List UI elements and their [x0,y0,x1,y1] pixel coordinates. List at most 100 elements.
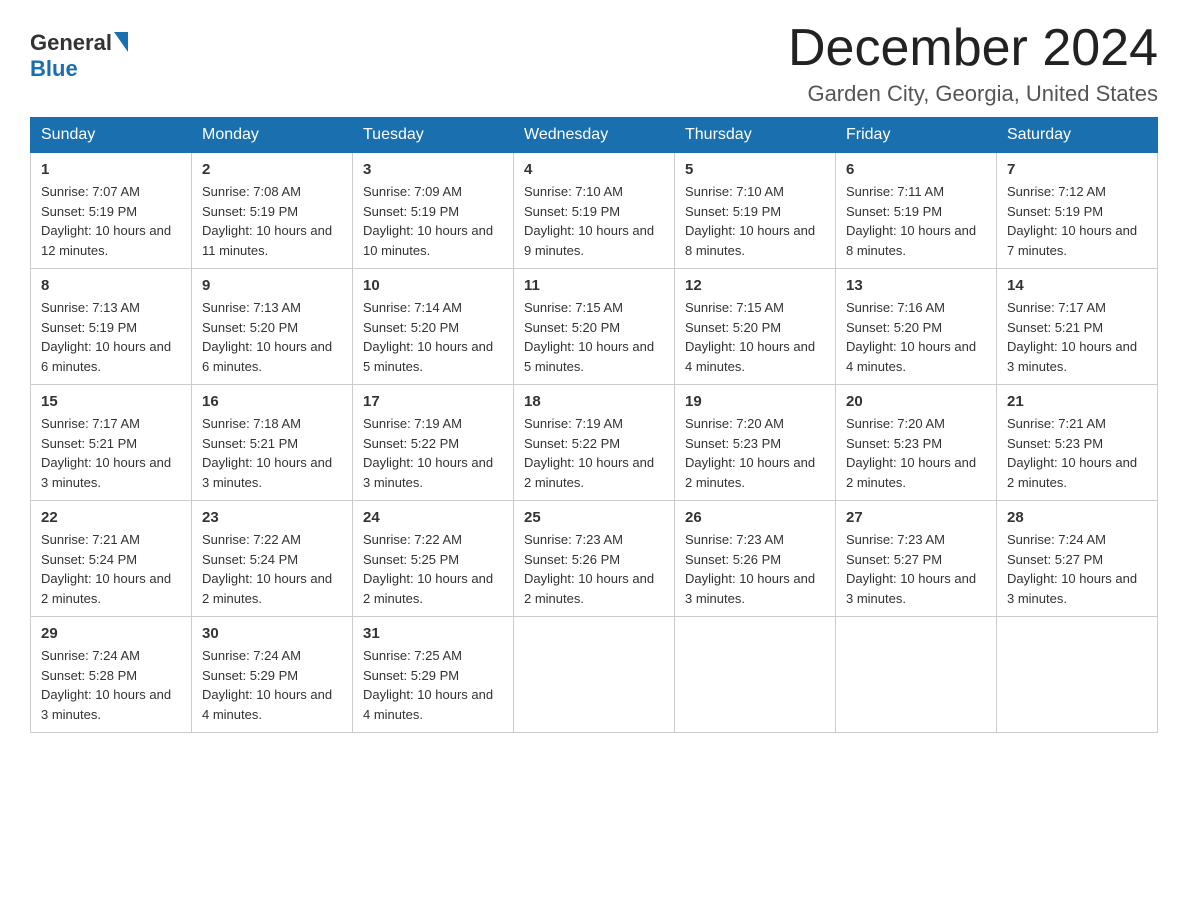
calendar-cell: 1 Sunrise: 7:07 AM Sunset: 5:19 PM Dayli… [31,153,192,269]
day-number: 14 [1007,277,1147,294]
day-info: Sunrise: 7:07 AM Sunset: 5:19 PM Dayligh… [41,182,181,260]
day-info: Sunrise: 7:13 AM Sunset: 5:20 PM Dayligh… [202,298,342,376]
day-info: Sunrise: 7:19 AM Sunset: 5:22 PM Dayligh… [363,414,503,492]
daylight-label: Daylight: 10 hours and 3 minutes. [202,455,332,490]
day-info: Sunrise: 7:24 AM Sunset: 5:29 PM Dayligh… [202,646,342,724]
calendar-header-sunday: Sunday [31,118,192,153]
calendar-cell: 29 Sunrise: 7:24 AM Sunset: 5:28 PM Dayl… [31,617,192,733]
sunset-label: Sunset: 5:23 PM [1007,436,1103,451]
sunset-label: Sunset: 5:23 PM [685,436,781,451]
calendar-cell: 2 Sunrise: 7:08 AM Sunset: 5:19 PM Dayli… [192,153,353,269]
calendar-cell: 12 Sunrise: 7:15 AM Sunset: 5:20 PM Dayl… [675,269,836,385]
sunset-label: Sunset: 5:28 PM [41,668,137,683]
calendar-cell [836,617,997,733]
day-info: Sunrise: 7:23 AM Sunset: 5:26 PM Dayligh… [685,530,825,608]
daylight-label: Daylight: 10 hours and 4 minutes. [846,339,976,374]
calendar-cell: 3 Sunrise: 7:09 AM Sunset: 5:19 PM Dayli… [353,153,514,269]
day-info: Sunrise: 7:15 AM Sunset: 5:20 PM Dayligh… [524,298,664,376]
daylight-label: Daylight: 10 hours and 4 minutes. [363,687,493,722]
day-info: Sunrise: 7:22 AM Sunset: 5:25 PM Dayligh… [363,530,503,608]
daylight-label: Daylight: 10 hours and 2 minutes. [202,571,332,606]
calendar-week-row: 15 Sunrise: 7:17 AM Sunset: 5:21 PM Dayl… [31,385,1158,501]
day-number: 26 [685,509,825,526]
sunset-label: Sunset: 5:29 PM [363,668,459,683]
calendar-cell: 28 Sunrise: 7:24 AM Sunset: 5:27 PM Dayl… [997,501,1158,617]
calendar-cell: 5 Sunrise: 7:10 AM Sunset: 5:19 PM Dayli… [675,153,836,269]
daylight-label: Daylight: 10 hours and 2 minutes. [685,455,815,490]
calendar-cell: 25 Sunrise: 7:23 AM Sunset: 5:26 PM Dayl… [514,501,675,617]
calendar-header-thursday: Thursday [675,118,836,153]
calendar-cell: 19 Sunrise: 7:20 AM Sunset: 5:23 PM Dayl… [675,385,836,501]
day-info: Sunrise: 7:21 AM Sunset: 5:24 PM Dayligh… [41,530,181,608]
logo-general-text: General [30,30,112,56]
calendar-cell: 7 Sunrise: 7:12 AM Sunset: 5:19 PM Dayli… [997,153,1158,269]
calendar-cell: 20 Sunrise: 7:20 AM Sunset: 5:23 PM Dayl… [836,385,997,501]
sunset-label: Sunset: 5:19 PM [1007,204,1103,219]
sunset-label: Sunset: 5:27 PM [846,552,942,567]
sunrise-label: Sunrise: 7:07 AM [41,184,140,199]
calendar-week-row: 29 Sunrise: 7:24 AM Sunset: 5:28 PM Dayl… [31,617,1158,733]
sunrise-label: Sunrise: 7:08 AM [202,184,301,199]
sunrise-label: Sunrise: 7:20 AM [685,416,784,431]
calendar-header-monday: Monday [192,118,353,153]
day-info: Sunrise: 7:08 AM Sunset: 5:19 PM Dayligh… [202,182,342,260]
daylight-label: Daylight: 10 hours and 9 minutes. [524,223,654,258]
sunrise-label: Sunrise: 7:19 AM [524,416,623,431]
sunrise-label: Sunrise: 7:16 AM [846,300,945,315]
sunrise-label: Sunrise: 7:23 AM [524,532,623,547]
location-title: Garden City, Georgia, United States [788,81,1158,107]
page-header: General Blue December 2024 Garden City, … [30,20,1158,107]
sunrise-label: Sunrise: 7:10 AM [524,184,623,199]
day-number: 5 [685,161,825,178]
sunset-label: Sunset: 5:19 PM [846,204,942,219]
daylight-label: Daylight: 10 hours and 7 minutes. [1007,223,1137,258]
sunset-label: Sunset: 5:20 PM [524,320,620,335]
sunset-label: Sunset: 5:25 PM [363,552,459,567]
day-number: 2 [202,161,342,178]
sunset-label: Sunset: 5:20 PM [202,320,298,335]
sunrise-label: Sunrise: 7:25 AM [363,648,462,663]
calendar-cell: 16 Sunrise: 7:18 AM Sunset: 5:21 PM Dayl… [192,385,353,501]
daylight-label: Daylight: 10 hours and 8 minutes. [685,223,815,258]
sunset-label: Sunset: 5:19 PM [363,204,459,219]
day-number: 29 [41,625,181,642]
daylight-label: Daylight: 10 hours and 3 minutes. [363,455,493,490]
day-info: Sunrise: 7:21 AM Sunset: 5:23 PM Dayligh… [1007,414,1147,492]
sunset-label: Sunset: 5:21 PM [1007,320,1103,335]
calendar-cell: 13 Sunrise: 7:16 AM Sunset: 5:20 PM Dayl… [836,269,997,385]
logo-blue-text: Blue [30,56,78,81]
calendar-cell: 11 Sunrise: 7:15 AM Sunset: 5:20 PM Dayl… [514,269,675,385]
calendar-cell: 22 Sunrise: 7:21 AM Sunset: 5:24 PM Dayl… [31,501,192,617]
sunrise-label: Sunrise: 7:17 AM [1007,300,1106,315]
sunset-label: Sunset: 5:20 PM [846,320,942,335]
day-number: 16 [202,393,342,410]
logo-triangle-icon [114,32,128,52]
logo: General Blue [30,30,128,82]
calendar-cell: 6 Sunrise: 7:11 AM Sunset: 5:19 PM Dayli… [836,153,997,269]
day-info: Sunrise: 7:24 AM Sunset: 5:28 PM Dayligh… [41,646,181,724]
sunset-label: Sunset: 5:19 PM [41,320,137,335]
day-number: 20 [846,393,986,410]
daylight-label: Daylight: 10 hours and 2 minutes. [524,455,654,490]
day-info: Sunrise: 7:12 AM Sunset: 5:19 PM Dayligh… [1007,182,1147,260]
title-block: December 2024 Garden City, Georgia, Unit… [788,20,1158,107]
sunrise-label: Sunrise: 7:10 AM [685,184,784,199]
daylight-label: Daylight: 10 hours and 5 minutes. [524,339,654,374]
day-number: 23 [202,509,342,526]
day-info: Sunrise: 7:23 AM Sunset: 5:27 PM Dayligh… [846,530,986,608]
day-number: 31 [363,625,503,642]
day-info: Sunrise: 7:20 AM Sunset: 5:23 PM Dayligh… [685,414,825,492]
sunset-label: Sunset: 5:20 PM [363,320,459,335]
calendar-cell: 4 Sunrise: 7:10 AM Sunset: 5:19 PM Dayli… [514,153,675,269]
sunset-label: Sunset: 5:23 PM [846,436,942,451]
day-number: 19 [685,393,825,410]
sunrise-label: Sunrise: 7:11 AM [846,184,944,199]
day-info: Sunrise: 7:24 AM Sunset: 5:27 PM Dayligh… [1007,530,1147,608]
daylight-label: Daylight: 10 hours and 2 minutes. [524,571,654,606]
sunrise-label: Sunrise: 7:22 AM [202,532,301,547]
sunrise-label: Sunrise: 7:23 AM [846,532,945,547]
sunrise-label: Sunrise: 7:19 AM [363,416,462,431]
sunset-label: Sunset: 5:26 PM [685,552,781,567]
day-number: 4 [524,161,664,178]
day-number: 27 [846,509,986,526]
